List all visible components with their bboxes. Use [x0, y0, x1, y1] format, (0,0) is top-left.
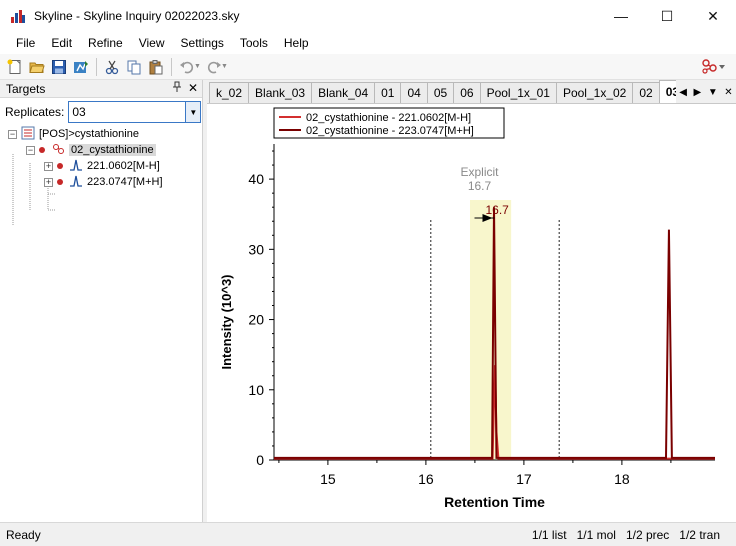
status-mol-count: 1/1 mol [576, 527, 616, 542]
copy-icon[interactable] [123, 56, 145, 78]
tab-scroll-right-icon[interactable]: ▶ [694, 87, 702, 98]
status-tran-count: 1/2 tran [679, 527, 720, 542]
precursor-peak-icon [69, 158, 83, 175]
precursor-peak-icon [69, 174, 83, 191]
tree-item-precursor[interactable]: + 223.0747[M+H] [44, 174, 163, 190]
tab-02[interactable]: 02 [632, 82, 660, 103]
paste-icon[interactable] [145, 56, 167, 78]
menu-view[interactable]: View [131, 36, 173, 50]
tab-navigation: ◀ ▶ ▼ ✕ [676, 80, 736, 103]
y-tick-label: 10 [248, 382, 264, 398]
replicates-value: 03 [72, 105, 86, 119]
precursor-label: 223.0747[M+H] [87, 176, 163, 188]
tree-item-molecule[interactable]: − 02_cystathionine [26, 142, 156, 158]
tab-blank-04[interactable]: Blank_04 [311, 82, 376, 103]
menu-bar: File Edit Refine View Settings Tools Hel… [0, 32, 736, 54]
tab-06[interactable]: 06 [453, 82, 481, 103]
tab-01[interactable]: 01 [374, 82, 402, 103]
tab-04[interactable]: 04 [400, 82, 428, 103]
replicates-combobox[interactable]: 03 ▼ [68, 101, 202, 123]
y-tick-label: 0 [256, 452, 264, 468]
replicates-label: Replicates: [5, 105, 65, 119]
tab-list-icon[interactable]: ▼ [708, 87, 718, 98]
x-tick-label: 15 [320, 471, 336, 487]
x-axis-label: Retention Time [444, 494, 545, 510]
toolbar: ▼ ▼ [0, 54, 736, 80]
menu-refine[interactable]: Refine [80, 36, 131, 50]
undo-dropdown-icon[interactable]: ▼ [194, 63, 201, 70]
targets-tree[interactable]: − [POS]>cystathionine − 02_cystathionine… [0, 126, 202, 226]
y-axis-label: Intensity (10^3) [219, 274, 234, 369]
tab-close-icon[interactable]: ✕ [724, 87, 732, 98]
tree-root-label: [POS]>cystathionine [39, 128, 139, 140]
pin-icon[interactable] [172, 81, 182, 96]
chromatogram-pane: k_02 Blank_03 Blank_04 01 04 05 06 Pool_… [207, 80, 736, 522]
molecule-node-icon [51, 142, 65, 159]
menu-tools[interactable]: Tools [232, 36, 276, 50]
menu-edit[interactable]: Edit [43, 36, 80, 50]
cut-icon[interactable] [101, 56, 123, 78]
close-panel-icon[interactable]: ✕ [188, 81, 198, 96]
peak-highlight-band [470, 200, 512, 460]
x-tick-label: 16 [418, 471, 434, 487]
tree-item-peptide-list[interactable]: − [POS]>cystathionine [8, 126, 139, 142]
list-icon [21, 126, 35, 143]
legend-entry-2: 02_cystathionine - 223.0747[M+H] [306, 125, 474, 137]
chevron-down-icon[interactable]: ▼ [185, 102, 201, 122]
targets-panel: Targets ✕ Replicates: 03 ▼ − [POS]>cysta… [0, 80, 203, 522]
explicit-annotation-label: Explicit [460, 165, 499, 179]
chart-container: 0 10 20 30 40 15 16 17 18 Retention Time Intensity… [207, 104, 736, 522]
close-button[interactable]: ✕ [690, 0, 736, 32]
replicate-tabs: k_02 Blank_03 Blank_04 01 04 05 06 Pool_… [207, 80, 736, 104]
explicit-annotation-value: 16.7 [468, 179, 492, 193]
tab-scroll-left-icon[interactable]: ◀ [679, 87, 687, 98]
tab-pool-1x-01[interactable]: Pool_1x_01 [479, 82, 557, 103]
maximize-button[interactable]: ☐ [644, 0, 690, 32]
collapse-icon[interactable]: − [8, 129, 17, 139]
save-icon[interactable] [48, 56, 70, 78]
toolbar-separator [171, 57, 172, 76]
precursor-label: 221.0602[M-H] [87, 160, 160, 172]
x-tick-label: 18 [614, 471, 630, 487]
y-tick-label: 30 [248, 241, 264, 257]
import-results-icon[interactable] [70, 56, 92, 78]
collapse-icon[interactable]: − [26, 145, 35, 155]
toolbar-separator [96, 57, 97, 76]
redo-dropdown-icon[interactable]: ▼ [221, 63, 228, 70]
status-text: Ready [6, 527, 41, 542]
status-dot-icon [57, 179, 63, 185]
menu-file[interactable]: File [8, 36, 43, 50]
menu-settings[interactable]: Settings [173, 36, 232, 50]
status-bar: Ready 1/1 list 1/1 mol 1/2 prec 1/2 tran [0, 522, 736, 546]
menu-help[interactable]: Help [276, 36, 317, 50]
peak-rt-label: 16.7 [486, 203, 510, 217]
status-dot-icon [57, 163, 63, 169]
tab-blank-03[interactable]: Blank_03 [248, 82, 313, 103]
tab-k-02[interactable]: k_02 [209, 82, 250, 103]
tree-item-precursor[interactable]: + 221.0602[M-H] [44, 158, 160, 174]
chromatogram-chart[interactable]: 0 10 20 30 40 15 16 17 18 Retention Time Intensity… [207, 104, 736, 522]
minimize-button[interactable]: — [598, 0, 644, 32]
new-file-icon[interactable] [4, 56, 26, 78]
status-prec-count: 1/2 prec [625, 527, 670, 542]
open-folder-icon[interactable] [26, 56, 48, 78]
replicates-row: Replicates: 03 ▼ [0, 98, 202, 126]
title-bar: Skyline - Skyline Inquiry 02022023.sky —… [0, 0, 736, 32]
targets-panel-title: Targets [6, 81, 46, 96]
molecule-label: 02_cystathionine [69, 144, 156, 156]
y-tick-label: 40 [248, 171, 264, 187]
window-title: Skyline - Skyline Inquiry 02022023.sky [34, 9, 240, 23]
status-dot-icon [39, 147, 45, 153]
status-list-count: 1/1 list [531, 527, 567, 542]
x-tick-label: 17 [516, 471, 532, 487]
expand-icon[interactable]: + [44, 177, 53, 187]
expand-icon[interactable]: + [44, 161, 53, 171]
legend-entry-1: 02_cystathionine - 221.0602[M-H] [306, 112, 471, 124]
y-tick-label: 20 [248, 312, 264, 328]
molecule-icon[interactable] [700, 57, 726, 78]
skyline-app-icon [10, 8, 26, 24]
tab-05[interactable]: 05 [426, 82, 455, 103]
targets-panel-header: Targets ✕ [0, 80, 202, 98]
tab-pool-1x-02[interactable]: Pool_1x_02 [555, 82, 634, 103]
